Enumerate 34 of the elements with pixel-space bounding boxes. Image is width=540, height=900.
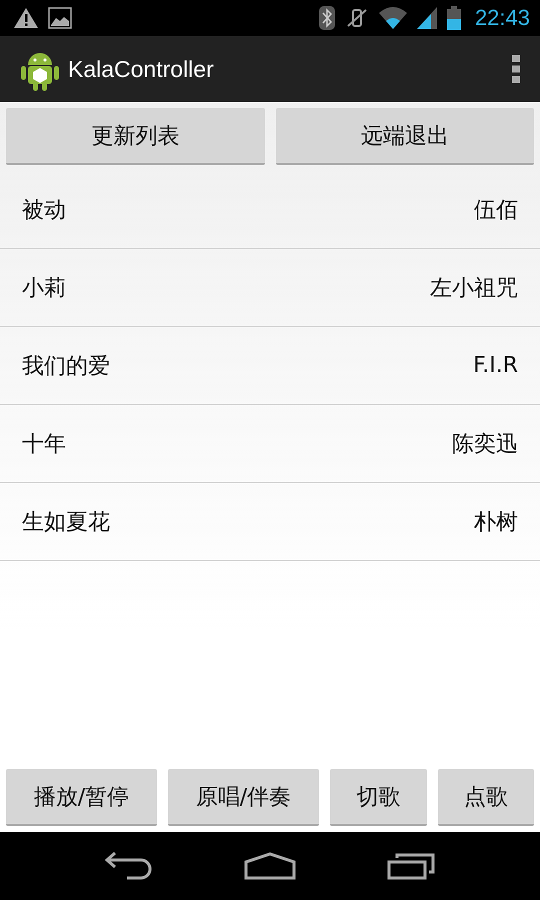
song-row[interactable]: 被动 伍佰	[0, 171, 540, 249]
song-title: 被动	[22, 196, 66, 224]
song-artist: 伍佰	[474, 196, 518, 224]
image-icon	[48, 7, 72, 29]
wifi-icon	[378, 7, 407, 29]
action-button[interactable]: 更新列表	[6, 108, 264, 165]
song-artist: 左小祖咒	[430, 274, 518, 302]
battery-icon	[446, 6, 461, 30]
action-button[interactable]: 远端退出	[276, 108, 534, 165]
control-button[interactable]: 切歌	[330, 769, 427, 826]
clock-time: 22:43	[474, 5, 530, 31]
warning-icon	[14, 8, 38, 28]
bluetooth-icon	[318, 6, 335, 30]
recent-apps-icon[interactable]	[386, 852, 435, 880]
home-icon[interactable]	[244, 852, 296, 880]
vibrate-off-icon	[344, 6, 369, 30]
song-title: 生如夏花	[22, 508, 110, 536]
back-icon[interactable]	[105, 852, 154, 880]
song-title: 小莉	[22, 274, 66, 302]
song-artist: 朴树	[474, 508, 518, 536]
control-button[interactable]: 原唱/伴奏	[168, 769, 319, 826]
app-title: KalaController	[68, 56, 215, 82]
song-title: 十年	[22, 430, 66, 458]
overflow-menu-icon[interactable]	[512, 55, 520, 83]
song-artist: F.I.R	[473, 353, 518, 378]
song-artist: 陈奕迅	[452, 430, 518, 458]
control-button[interactable]: 播放/暂停	[6, 769, 157, 826]
signal-icon	[416, 7, 437, 29]
song-row[interactable]: 我们的爱 F.I.R	[0, 327, 540, 405]
song-row[interactable]: 生如夏花 朴树	[0, 483, 540, 561]
control-button[interactable]: 点歌	[438, 769, 534, 826]
song-row[interactable]: 小莉 左小祖咒	[0, 249, 540, 327]
song-title: 我们的爱	[22, 352, 110, 380]
song-row[interactable]: 十年 陈奕迅	[0, 405, 540, 483]
